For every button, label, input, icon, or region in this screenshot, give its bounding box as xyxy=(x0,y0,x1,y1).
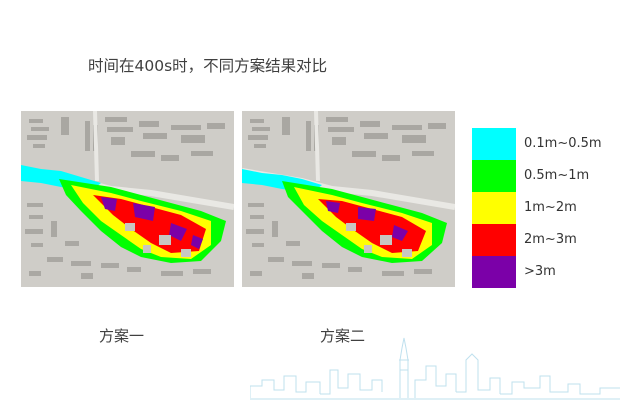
legend-swatch xyxy=(472,128,516,160)
flood-map-graphic xyxy=(242,111,455,287)
flood-map-graphic xyxy=(21,111,234,287)
slide-title: 时间在400s时，不同方案结果对比 xyxy=(88,57,328,75)
legend-label: 0.5m~1m xyxy=(524,168,590,183)
legend-label: 0.1m~0.5m xyxy=(524,136,602,151)
flood-map-scheme-2 xyxy=(242,111,455,287)
legend-label: 2m~3m xyxy=(524,232,577,247)
legend-label: >3m xyxy=(524,264,556,279)
legend-swatch xyxy=(472,224,516,256)
scheme-1-caption: 方案一 xyxy=(99,327,145,345)
legend-label: 1m~2m xyxy=(524,200,577,215)
legend-swatch xyxy=(472,192,516,224)
legend-swatch xyxy=(472,160,516,192)
city-skyline-decoration xyxy=(250,337,620,400)
flood-map-scheme-1 xyxy=(21,111,234,287)
legend-swatch xyxy=(472,256,516,288)
